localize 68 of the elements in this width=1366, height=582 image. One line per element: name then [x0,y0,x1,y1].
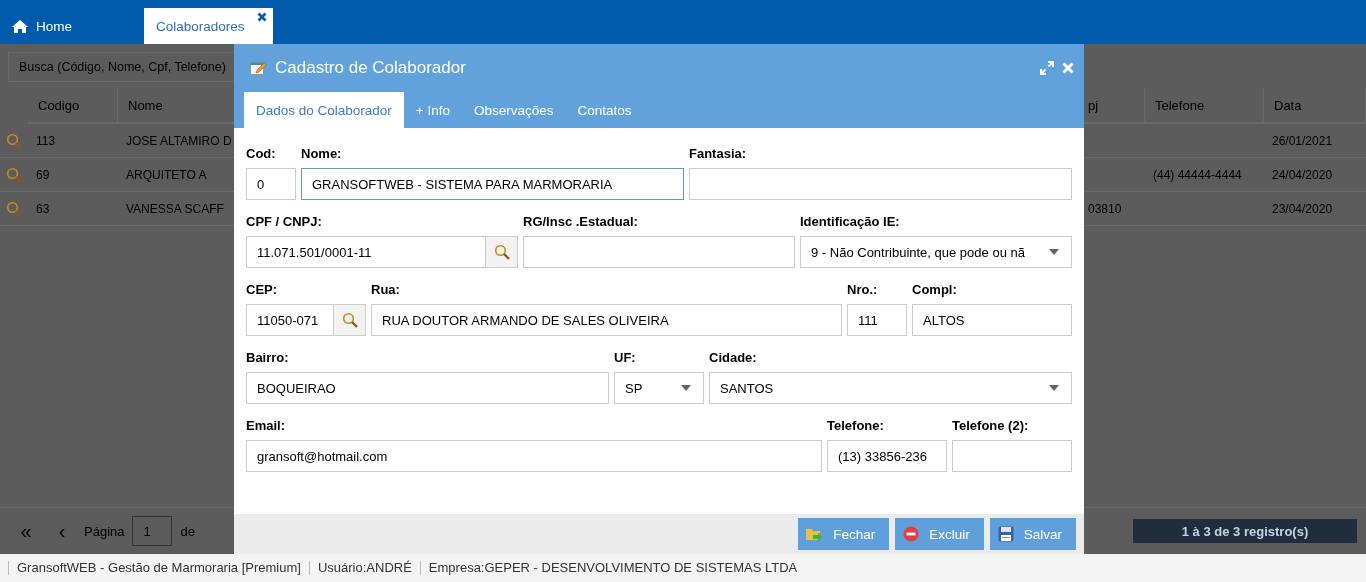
record-count: 1 à 3 de 3 registro(s) [1133,519,1357,543]
field-label: Telefone (2): [952,418,1030,435]
folder-arrow-icon [806,526,824,542]
expand-icon[interactable] [1040,61,1054,75]
search-icon [493,244,510,260]
search-icon[interactable] [6,166,22,183]
input-field[interactable]: BOQUEIRAO [246,372,609,404]
page-count-label: de [180,523,195,539]
field-label: Compl: [912,282,958,299]
input-field[interactable]: 11050-071 [246,304,334,336]
minus-circle-icon [903,526,920,542]
column-header[interactable]: Codigo [28,88,118,124]
search-icon [341,312,358,328]
field-label: Nro.: [847,282,879,299]
table-cell: 26/01/2021 [1264,124,1366,158]
table-cell: 63 [28,192,118,226]
dialog-button[interactable]: Excluir [895,518,984,550]
dialog-button[interactable]: Salvar [989,518,1076,550]
search-icon[interactable] [6,132,22,149]
input-field[interactable]: 0 [246,168,296,200]
column-header[interactable]: Telefone [1145,88,1264,124]
status-text: GransoftWEB - Gestão de Marmoraria [Premium] [8,561,309,575]
column-header[interactable]: Data [1264,88,1366,124]
input-field[interactable] [689,168,1072,200]
search-button[interactable] [334,304,366,336]
caret-icon [681,385,691,391]
field-label: CEP: [246,282,279,299]
field-label: Email: [246,418,286,435]
table-cell: 69 [28,158,118,192]
caret-icon [1049,385,1059,391]
input-field[interactable]: gransoft@hotmail.com [246,440,822,472]
field-label: Telefone: [827,418,885,435]
nav-tab[interactable]: Home [0,8,84,44]
field-label: Rua: [371,282,401,299]
pencil-note-icon [250,60,267,76]
input-field[interactable]: (13) 33856-236 [827,440,947,472]
input-field[interactable]: ALTOS [912,304,1072,336]
dialog-tab[interactable]: Dados do Colaborador [244,92,404,128]
search-icon[interactable] [6,200,22,217]
table-cell: 24/04/2020 [1264,158,1366,192]
dropdown[interactable]: SANTOS [709,372,1072,404]
first-page-icon[interactable]: « [12,519,40,543]
dialog-button[interactable]: Fechar [798,518,890,550]
field-label: Cidade: [709,350,758,367]
input-field[interactable] [523,236,795,268]
search-button[interactable] [486,236,518,268]
table-cell: (44) 44444-4444 [1145,158,1264,192]
caret-icon [1049,249,1059,255]
status-text: Usuário:ANDRÉ [308,561,420,575]
table-cell: 113 [28,124,118,158]
input-field[interactable] [952,440,1072,472]
close-icon[interactable] [256,12,267,22]
input-field[interactable]: 111 [847,304,907,336]
page-field[interactable]: 1 [132,516,173,546]
input-field[interactable]: GRANSOFTWEB - SISTEMA PARA MARMORARIA [301,168,684,200]
home-icon [12,19,28,33]
input-field[interactable]: 11.071.501/0001-11 [246,236,486,268]
dropdown[interactable]: 9 - Não Contribuinte, que pode ou nã [800,236,1072,268]
input-field[interactable]: RUA DOUTOR ARMANDO DE SALES OLIVEIRA [371,304,842,336]
dialog-title: Cadastro de Colaborador [275,58,466,78]
page-label: Página [84,523,125,539]
dropdown[interactable]: SP [614,372,704,404]
nav-tab[interactable]: Colaboradores [144,8,273,44]
field-label: UF: [614,350,637,367]
table-cell: 23/04/2020 [1264,192,1366,226]
previous-page-icon[interactable]: ‹ [48,519,76,543]
status-text: Empresa:GEPER - DESENVOLVIMENTO DE SISTEMAS LTDA [419,561,806,575]
field-label: Bairro: [246,350,290,367]
